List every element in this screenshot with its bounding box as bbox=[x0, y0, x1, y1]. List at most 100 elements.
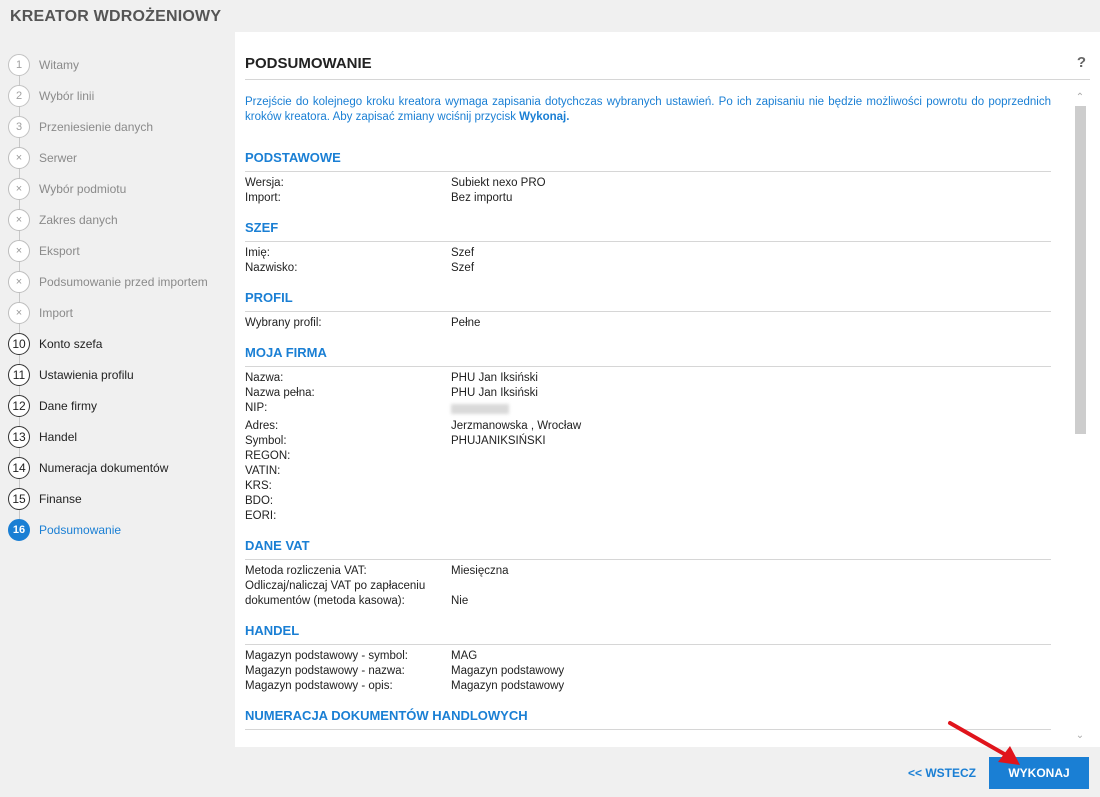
step-label: Serwer bbox=[39, 151, 78, 165]
step-item[interactable]: × Wybór podmiotu bbox=[8, 176, 232, 202]
field-value: Magazyn podstawowy bbox=[451, 665, 565, 677]
step-label: Zakres danych bbox=[39, 213, 118, 227]
field-label: KRS: bbox=[245, 480, 272, 492]
summary-row: Wybrany profil: Pełne bbox=[245, 316, 1051, 331]
step-item[interactable]: 12 Dane firmy bbox=[8, 393, 232, 419]
step-item[interactable]: × Podsumowanie przed importem bbox=[8, 269, 232, 295]
step-item[interactable]: × Serwer bbox=[8, 145, 232, 171]
field-value bbox=[451, 449, 1051, 464]
field-label: Metoda rozliczenia VAT: bbox=[245, 565, 367, 577]
section-heading: SZEF bbox=[245, 220, 1051, 242]
step-number-badge: 2 bbox=[8, 85, 30, 107]
step-label: Wybór podmiotu bbox=[39, 182, 127, 196]
summary-row: Metoda rozliczenia VAT: Miesięczna bbox=[245, 564, 1051, 579]
field-value bbox=[451, 494, 1051, 509]
summary-row: KRS: bbox=[245, 479, 1051, 494]
section-heading: PROFIL bbox=[245, 290, 1051, 312]
field-label: Nazwa: bbox=[245, 372, 284, 384]
step-item[interactable]: 3 Przeniesienie danych bbox=[8, 114, 232, 140]
summary-section: HANDEL Magazyn podstawowy - symbol: MAG Mag… bbox=[245, 623, 1051, 694]
field-label: Magazyn podstawowy - nazwa: bbox=[245, 665, 405, 677]
step-item[interactable]: 10 Konto szefa bbox=[8, 331, 232, 357]
step-label: Wybór linii bbox=[39, 89, 95, 103]
step-label: Numeracja dokumentów bbox=[39, 461, 169, 475]
summary-row: Magazyn podstawowy - symbol: MAG bbox=[245, 649, 1051, 664]
summary-scroll-area: Przejście do kolejnego kroku kreatora wy… bbox=[245, 92, 1051, 742]
field-label: Nazwisko: bbox=[245, 262, 298, 274]
summary-row: Nazwa: PHU Jan Iksiński bbox=[245, 371, 1051, 386]
field-value bbox=[451, 479, 1051, 494]
step-number-badge: 3 bbox=[8, 116, 30, 138]
step-number-badge: 12 bbox=[8, 395, 30, 417]
step-item[interactable]: 14 Numeracja dokumentów bbox=[8, 455, 232, 481]
field-value: Magazyn podstawowy bbox=[451, 680, 565, 692]
field-value: Subiekt nexo PRO bbox=[451, 177, 546, 189]
field-value bbox=[451, 509, 1051, 524]
summary-section: PODSTAWOWE Wersja: Subiekt nexo PRO Import:… bbox=[245, 150, 1051, 206]
step-number-badge: 16 bbox=[8, 519, 30, 541]
step-label: Przeniesienie danych bbox=[39, 120, 154, 134]
field-label: EORI: bbox=[245, 510, 277, 522]
step-item[interactable]: 13 Handel bbox=[8, 424, 232, 450]
field-label: NIP: bbox=[245, 402, 268, 414]
step-label: Konto szefa bbox=[39, 337, 103, 351]
field-value: Pełne bbox=[451, 317, 481, 329]
title-divider bbox=[245, 79, 1090, 80]
section-heading: PODSTAWOWE bbox=[245, 150, 1051, 172]
step-item[interactable]: × Zakres danych bbox=[8, 207, 232, 233]
back-button[interactable]: << WSTECZ bbox=[908, 766, 976, 780]
summary-row: Symbol: PHUJANIKSIŃSKI bbox=[245, 434, 1051, 449]
summary-row: VATIN: bbox=[245, 464, 1051, 479]
field-value bbox=[451, 401, 1051, 419]
section-heading: MOJA FIRMA bbox=[245, 345, 1051, 367]
step-item[interactable]: 15 Finanse bbox=[8, 486, 232, 512]
scrollbar-thumb[interactable] bbox=[1075, 106, 1086, 434]
redacted-value bbox=[451, 404, 509, 414]
page-title: PODSUMOWANIE bbox=[245, 55, 372, 72]
summary-row: Wersja: Subiekt nexo PRO bbox=[245, 176, 1051, 191]
step-number-badge: 11 bbox=[8, 364, 30, 386]
skipped-step-icon: × bbox=[8, 147, 30, 169]
field-value: Miesięczna bbox=[451, 565, 509, 577]
section-heading: DANE VAT bbox=[245, 538, 1051, 560]
step-label: Podsumowanie bbox=[39, 523, 122, 537]
summary-row: Nazwa pełna: PHU Jan Iksiński bbox=[245, 386, 1051, 401]
step-item[interactable]: 16 Podsumowanie bbox=[8, 517, 232, 543]
field-value: PHUJANIKSIŃSKI bbox=[451, 435, 546, 447]
summary-row: EORI: bbox=[245, 509, 1051, 524]
vertical-scrollbar[interactable]: ⌃ ⌄ bbox=[1074, 92, 1086, 742]
summary-section: MOJA FIRMA Nazwa: PHU Jan Iksiński Nazwa pe… bbox=[245, 345, 1051, 524]
scroll-up-icon[interactable]: ⌃ bbox=[1074, 92, 1086, 104]
execute-button[interactable]: WYKONAJ bbox=[989, 757, 1089, 789]
step-item[interactable]: 2 Wybór linii bbox=[8, 83, 232, 109]
field-value: Szef bbox=[451, 247, 475, 259]
summary-row: Magazyn podstawowy - opis: Magazyn podsta… bbox=[245, 679, 1051, 694]
scroll-down-icon[interactable]: ⌄ bbox=[1074, 730, 1086, 742]
help-icon[interactable]: ? bbox=[1077, 54, 1086, 71]
step-number-badge: 1 bbox=[8, 54, 30, 76]
summary-row: Nazwisko: Szef bbox=[245, 261, 1051, 276]
intro-text: Przejście do kolejnego kroku kreatora wy… bbox=[245, 96, 1051, 123]
field-value: PHU Jan Iksiński bbox=[451, 387, 538, 399]
summary-section: PROFIL Wybrany profil: Pełne bbox=[245, 290, 1051, 331]
summary-row: Imię: Szef bbox=[245, 246, 1051, 261]
step-number-badge: 13 bbox=[8, 426, 30, 448]
step-label: Ustawienia profilu bbox=[39, 368, 134, 382]
step-item[interactable]: × Eksport bbox=[8, 238, 232, 264]
step-item[interactable]: 11 Ustawienia profilu bbox=[8, 362, 232, 388]
summary-row: REGON: bbox=[245, 449, 1051, 464]
skipped-step-icon: × bbox=[8, 209, 30, 231]
field-label: REGON: bbox=[245, 450, 291, 462]
step-item[interactable]: 1 Witamy bbox=[8, 52, 232, 78]
summary-row: Import: Bez importu bbox=[245, 191, 1051, 206]
step-item[interactable]: × Import bbox=[8, 300, 232, 326]
summary-row: Adres: Jerzmanowska , Wrocław bbox=[245, 419, 1051, 434]
summary-row: NIP: bbox=[245, 401, 1051, 419]
field-label: Nazwa pełna: bbox=[245, 387, 315, 399]
field-label: Magazyn podstawowy - symbol: bbox=[245, 650, 408, 662]
skipped-step-icon: × bbox=[8, 178, 30, 200]
field-value: MAG bbox=[451, 650, 478, 662]
intro-bold: Wykonaj. bbox=[519, 111, 570, 123]
field-value: Bez importu bbox=[451, 192, 513, 204]
field-label: Magazyn podstawowy - opis: bbox=[245, 680, 393, 692]
